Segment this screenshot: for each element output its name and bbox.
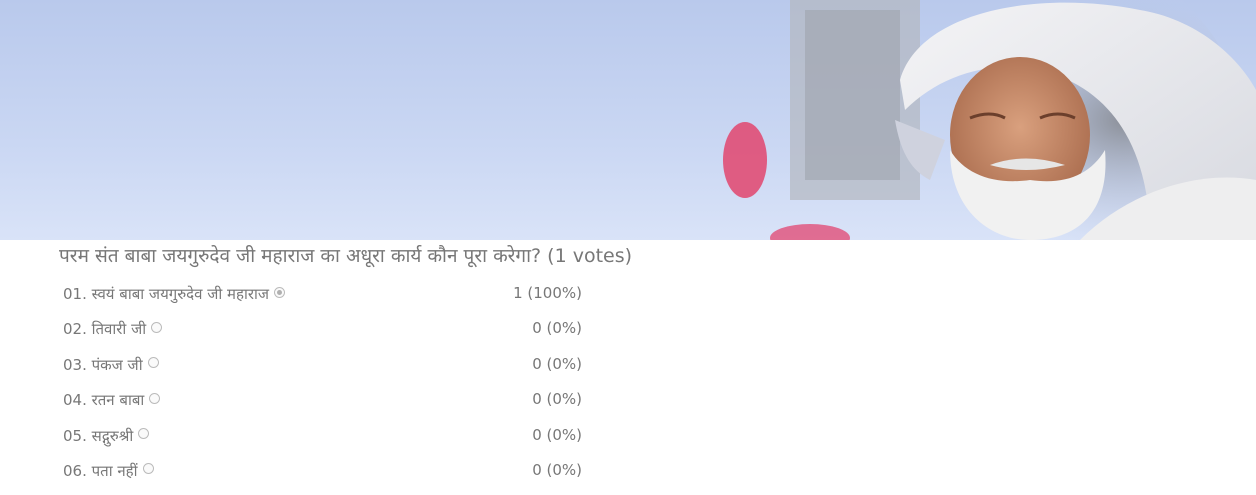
- radio-button[interactable]: [138, 428, 150, 440]
- poll-question: परम संत बाबा जयगुरुदेव जी महाराज का अधूर…: [59, 245, 633, 267]
- poll-option[interactable]: 06. पता नहीं 0 (0%): [0, 457, 600, 492]
- radio-button[interactable]: [147, 357, 159, 369]
- radio-button[interactable]: [149, 392, 161, 404]
- poll-option[interactable]: 02. तिवारी जी 0 (0%): [0, 315, 600, 350]
- poll-option-label: 03. पंकज जी: [63, 355, 143, 374]
- poll-option-result: 0 (0%): [532, 319, 582, 338]
- poll-option-label: 06. पता नहीं: [63, 461, 138, 480]
- header-banner: [0, 0, 1256, 240]
- radio-button[interactable]: [142, 463, 154, 475]
- poll-option-result: 0 (0%): [532, 460, 582, 479]
- poll-option-label: 04. रतन बाबा: [63, 391, 145, 410]
- poll-option-label: 01. स्वयं बाबा जयगुरुदेव जी महाराज: [63, 285, 270, 303]
- poll-option-label: 02. तिवारी जी: [63, 320, 147, 339]
- poll-option-result: 0 (0%): [532, 425, 582, 444]
- banner-portrait-image: [0, 0, 1256, 240]
- poll-option[interactable]: 04. रतन बाबा 0 (0%): [0, 386, 600, 421]
- poll-option-result: 0 (0%): [532, 390, 582, 409]
- poll-options-list: 01. स्वयं बाबा जयगुरुदेव जी महाराज 1 (10…: [0, 280, 600, 492]
- radio-button-selected[interactable]: [274, 286, 286, 298]
- poll-option[interactable]: 05. सद्गुरुश्री 0 (0%): [0, 422, 600, 457]
- poll-option[interactable]: 03. पंकज जी 0 (0%): [0, 351, 600, 386]
- radio-button[interactable]: [151, 321, 163, 333]
- poll-option-result: 1 (100%): [513, 284, 582, 302]
- poll-option[interactable]: 01. स्वयं बाबा जयगुरुदेव जी महाराज 1 (10…: [0, 280, 600, 315]
- poll-widget: परम संत बाबा जयगुरुदेव जी महाराज का अधूर…: [0, 240, 1256, 495]
- poll-option-label: 05. सद्गुरुश्री: [63, 426, 134, 445]
- poll-option-result: 0 (0%): [532, 354, 582, 373]
